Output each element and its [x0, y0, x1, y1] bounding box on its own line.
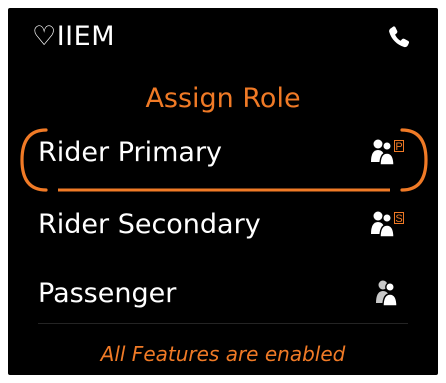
divider [38, 323, 408, 324]
role-label: Rider Primary [38, 137, 223, 168]
rider-secondary-icon: S [371, 211, 404, 238]
role-item-rider-primary[interactable]: Rider Primary P [8, 120, 438, 186]
passenger-icon [376, 280, 398, 307]
role-label: Passenger [38, 278, 177, 309]
role-item-rider-secondary[interactable]: Rider Secondary S [8, 192, 438, 258]
role-label: Rider Secondary [38, 209, 261, 240]
status-bar: ♡IIEM [8, 8, 438, 64]
phone-icon[interactable] [386, 24, 412, 50]
role-item-passenger[interactable]: Passenger [8, 261, 438, 327]
status-message: All Features are enabled [100, 342, 346, 366]
device-screen: ♡IIEM Assign Role Rider Primary P Rider … [8, 8, 438, 375]
rider-primary-icon: P [371, 139, 404, 166]
page-title: Assign Role [145, 83, 301, 114]
brand-logo: ♡IIEM [32, 21, 115, 52]
